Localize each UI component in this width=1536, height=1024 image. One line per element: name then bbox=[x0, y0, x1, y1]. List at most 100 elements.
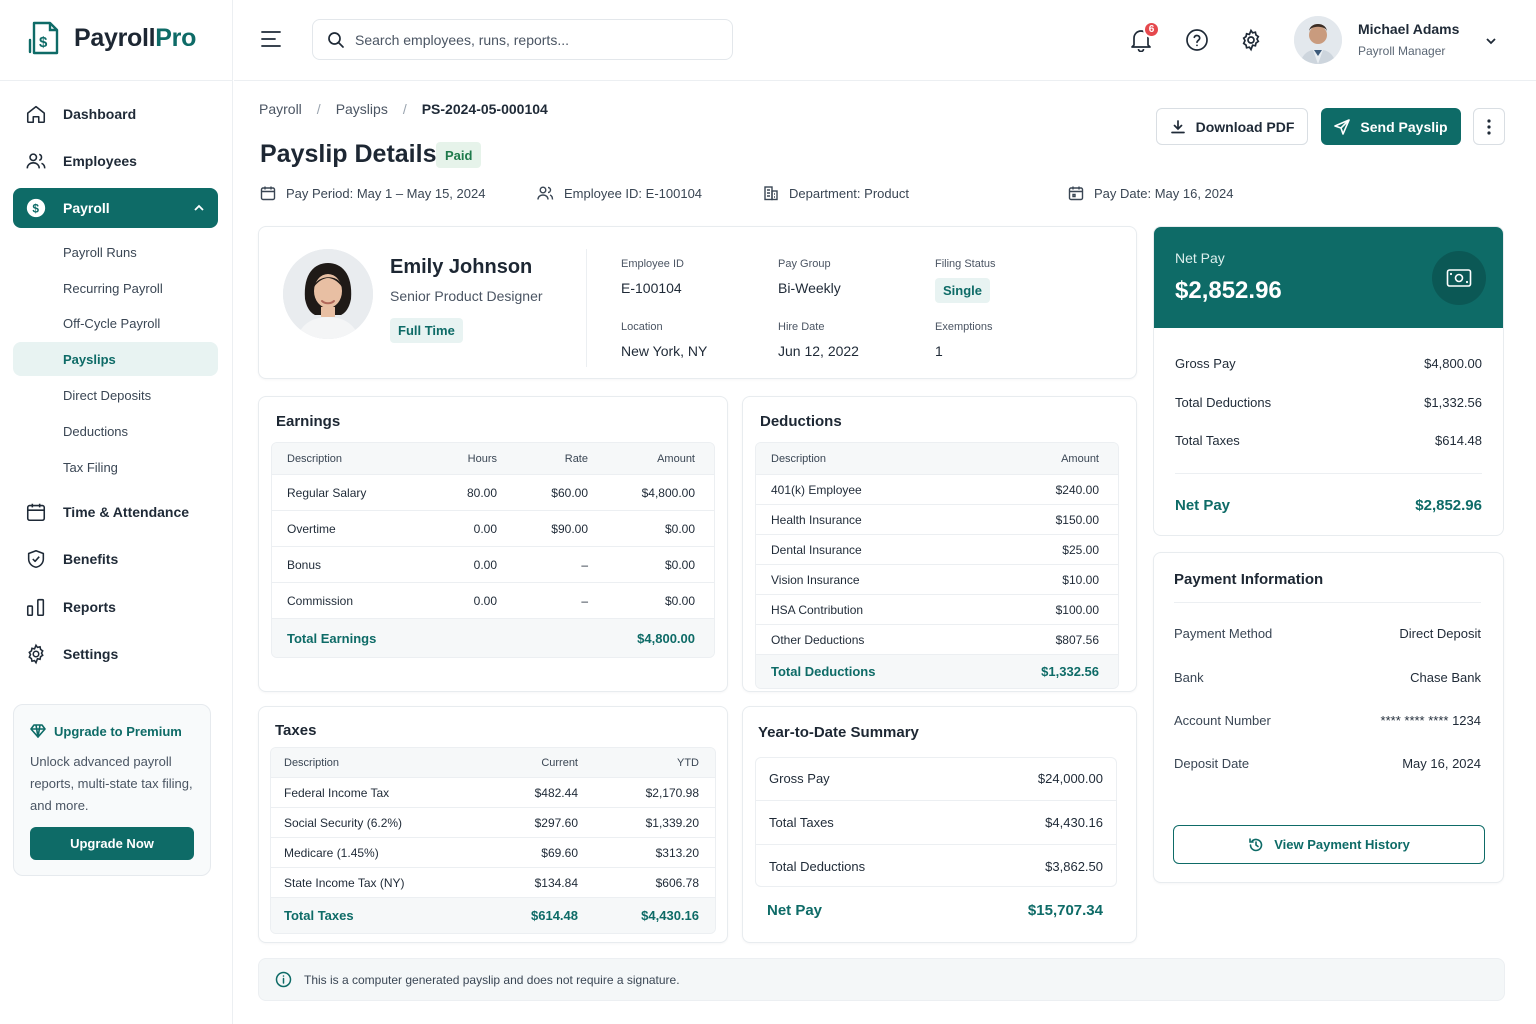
sidebar-subitem-tax-filing[interactable]: Tax Filing bbox=[13, 450, 218, 484]
user-avatar[interactable] bbox=[1294, 16, 1342, 64]
payment-information-card: Payment Information Payment Method Direc… bbox=[1153, 552, 1504, 883]
sidebar-subitem-recurring-payroll[interactable]: Recurring Payroll bbox=[13, 271, 218, 305]
send-payslip-button[interactable]: Send Payslip bbox=[1321, 108, 1461, 145]
table-row: 401(k) Employee $240.00 bbox=[756, 474, 1118, 504]
cell-amount: $0.00 bbox=[664, 593, 695, 608]
more-actions-button[interactable] bbox=[1473, 108, 1505, 145]
sidebar-item-time-attendance[interactable]: Time & Attendance bbox=[13, 492, 218, 532]
column-header: Current bbox=[541, 756, 578, 769]
gear-icon bbox=[28, 643, 44, 665]
column-header: Hours bbox=[467, 452, 497, 465]
sidebar-subitem-deductions[interactable]: Deductions bbox=[13, 414, 218, 448]
taxes-table: Description Current YTD Federal Income T… bbox=[270, 747, 716, 934]
history-icon bbox=[1249, 837, 1263, 851]
user-role: Payroll Manager bbox=[1358, 44, 1446, 58]
info-icon bbox=[275, 971, 292, 988]
cell-amount: $0.00 bbox=[664, 521, 695, 536]
gear-icon[interactable] bbox=[1239, 28, 1263, 52]
meta-department: Department: Product bbox=[763, 185, 909, 201]
sidebar-subitem-off-cycle-payroll[interactable]: Off-Cycle Payroll bbox=[13, 306, 218, 340]
cash-icon bbox=[1446, 269, 1472, 287]
net-pay-value: $2,852.96 bbox=[1175, 277, 1282, 304]
sidebar-item-payroll[interactable]: $ Payroll bbox=[13, 188, 218, 228]
more-vertical-icon bbox=[1487, 118, 1491, 135]
table-row: Medicare (1.45%) $69.60 $313.20 bbox=[271, 837, 715, 867]
brand-logo[interactable]: $ PayrollPro bbox=[28, 20, 196, 56]
net-pay-total-label: Net Pay bbox=[1175, 497, 1231, 514]
ytd-value: $4,430.16 bbox=[1045, 814, 1103, 830]
search-box[interactable] bbox=[312, 19, 733, 60]
ytd-row-gross-pay: Gross Pay $24,000.00 bbox=[755, 757, 1117, 800]
sidebar-item-label: Employees bbox=[63, 153, 137, 169]
sidebar-item-label: Payroll bbox=[63, 200, 110, 216]
sidebar-subitem-payroll-runs[interactable]: Payroll Runs bbox=[13, 235, 218, 269]
employee-name: Emily Johnson bbox=[390, 256, 533, 278]
sidebar-item-label: Dashboard bbox=[63, 106, 137, 122]
ytd-label: Gross Pay bbox=[769, 771, 830, 786]
total-earnings-value: $4,800.00 bbox=[637, 630, 695, 646]
breadcrumb-payslips[interactable]: Payslips bbox=[336, 101, 388, 117]
table-total-row: Total Taxes $614.48 $4,430.16 bbox=[271, 897, 715, 933]
payroll-logo-icon: $ bbox=[28, 21, 59, 55]
cell-amount: $807.56 bbox=[1055, 632, 1099, 647]
sidebar-subitem-payslips[interactable]: Payslips bbox=[13, 342, 218, 376]
filing-status-badge: Single bbox=[935, 278, 991, 303]
search-input[interactable] bbox=[355, 31, 715, 48]
sidebar: $ PayrollPro Dashboard Employees $ Payro… bbox=[0, 0, 233, 1024]
person-avatar-icon bbox=[1294, 16, 1342, 64]
cell-current: $297.60 bbox=[534, 815, 578, 830]
sidebar-item-reports[interactable]: Reports bbox=[13, 587, 218, 627]
sidebar-item-employees[interactable]: Employees bbox=[13, 141, 218, 181]
table-row: Other Deductions $807.56 bbox=[756, 624, 1118, 654]
calendar-icon bbox=[26, 503, 46, 522]
exemptions-value: 1 bbox=[935, 343, 943, 359]
calendar-icon bbox=[1068, 186, 1084, 201]
breadcrumb-separator: / bbox=[316, 101, 321, 117]
view-payment-history-button[interactable]: View Payment History bbox=[1173, 825, 1485, 864]
sidebar-item-benefits[interactable]: Benefits bbox=[13, 539, 218, 579]
cell-current: $69.60 bbox=[541, 845, 578, 860]
net-pay-row-taxes: Total Taxes $614.48 bbox=[1175, 433, 1482, 448]
chevron-down-icon[interactable] bbox=[1484, 34, 1498, 48]
calendar-icon bbox=[260, 186, 276, 201]
table-row: Commission 0.00 – $0.00 bbox=[272, 582, 714, 618]
breadcrumb-payroll[interactable]: Payroll bbox=[259, 101, 302, 117]
cell-description: Medicare (1.45%) bbox=[284, 845, 379, 860]
sidebar-item-settings[interactable]: Settings bbox=[13, 634, 218, 674]
column-header: Description bbox=[284, 756, 340, 769]
payment-info-divider bbox=[1174, 602, 1481, 603]
send-icon bbox=[1334, 118, 1351, 135]
row-label: Account Number bbox=[1174, 713, 1271, 728]
table-total-row: Total Deductions $1,332.56 bbox=[756, 654, 1118, 688]
help-icon[interactable] bbox=[1185, 28, 1209, 52]
breadcrumb-separator: / bbox=[402, 101, 407, 117]
building-icon bbox=[764, 186, 778, 201]
cell-ytd: $606.78 bbox=[655, 875, 699, 890]
table-row: Regular Salary 80.00 $60.00 $4,800.00 bbox=[272, 474, 714, 510]
table-row: State Income Tax (NY) $134.84 $606.78 bbox=[271, 867, 715, 897]
location-value: New York, NY bbox=[621, 343, 708, 359]
sidebar-item-label: Benefits bbox=[63, 551, 119, 567]
topbar: 6 Michael Adams Payroll Manager bbox=[234, 0, 1536, 81]
table-row: Vision Insurance $10.00 bbox=[756, 564, 1118, 594]
cell-description: Overtime bbox=[287, 521, 336, 536]
sidebar-subitem-direct-deposits[interactable]: Direct Deposits bbox=[13, 378, 218, 412]
column-header: Amount bbox=[1061, 452, 1099, 465]
table-row: HSA Contribution $100.00 bbox=[756, 594, 1118, 624]
sidebar-item-dashboard[interactable]: Dashboard bbox=[13, 94, 218, 134]
cell-rate: $90.00 bbox=[551, 521, 588, 536]
cell-hours: 0.00 bbox=[473, 557, 497, 572]
cell-rate: $60.00 bbox=[551, 485, 588, 500]
cell-description: Dental Insurance bbox=[771, 542, 862, 557]
menu-icon[interactable] bbox=[261, 30, 281, 48]
upgrade-now-button[interactable]: Upgrade Now bbox=[30, 827, 194, 860]
page-title: Payslip Details bbox=[260, 140, 437, 168]
download-pdf-button[interactable]: Download PDF bbox=[1156, 108, 1308, 145]
cell-amount: $4,800.00 bbox=[641, 485, 695, 500]
person-avatar-icon bbox=[283, 249, 373, 339]
ytd-row-total-deductions: Total Deductions $3,862.50 bbox=[755, 844, 1117, 887]
ytd-label: Total Taxes bbox=[769, 814, 834, 830]
net-pay-row-deductions: Total Deductions $1,332.56 bbox=[1175, 395, 1482, 410]
row-value: $1,332.56 bbox=[1424, 395, 1482, 410]
cell-amount: $240.00 bbox=[1055, 482, 1099, 497]
